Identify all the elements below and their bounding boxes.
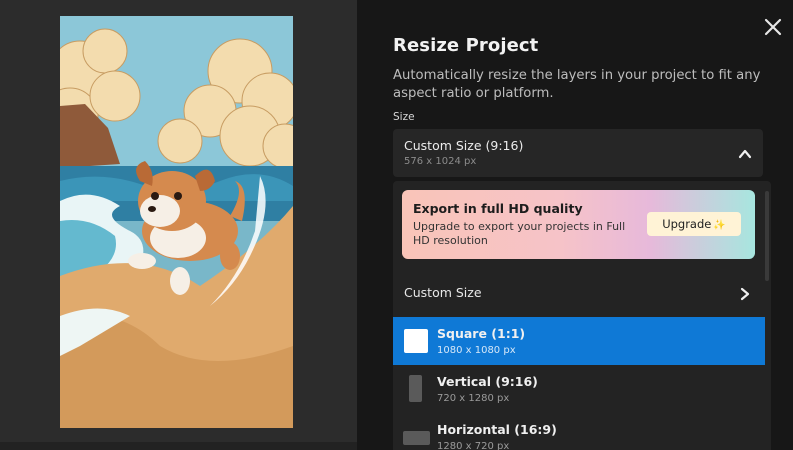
- size-select-dims: 576 x 1024 px: [404, 156, 477, 167]
- promo-title: Export in full HD quality: [413, 201, 583, 216]
- size-dropdown: Export in full HD quality Upgrade to exp…: [393, 181, 771, 450]
- size-option-square[interactable]: Square (1:1) 1080 x 1080 px: [393, 317, 765, 365]
- promo-text: Upgrade to export your projects in Full …: [413, 220, 626, 247]
- chevron-up-icon: [738, 146, 752, 160]
- size-select-value: Custom Size (9:16): [404, 138, 524, 153]
- option-dims: 1280 x 720 px: [437, 441, 510, 450]
- upgrade-promo-banner: Export in full HD quality Upgrade to exp…: [402, 190, 755, 259]
- custom-size-label: Custom Size: [404, 285, 482, 300]
- canvas-area: [0, 0, 357, 450]
- horizontal-shape-icon: [403, 431, 430, 445]
- size-option-vertical[interactable]: Vertical (9:16) 720 x 1280 px: [393, 365, 765, 413]
- upgrade-button[interactable]: Upgrade ✨: [647, 212, 741, 236]
- option-title: Square (1:1): [437, 326, 526, 341]
- size-option-horizontal[interactable]: Horizontal (16:9) 1280 x 720 px: [393, 413, 765, 450]
- option-title: Horizontal (16:9): [437, 422, 557, 437]
- canvas-bottom-strip: [0, 442, 357, 450]
- close-icon[interactable]: [763, 17, 783, 37]
- sparkle-icon: ✨: [713, 220, 726, 231]
- dropdown-scrollbar[interactable]: [765, 191, 769, 281]
- upgrade-button-label: Upgrade: [662, 217, 712, 231]
- chevron-right-icon: [739, 286, 751, 301]
- option-dims: 720 x 1280 px: [437, 393, 510, 404]
- puppy-beach-illustration: [60, 16, 293, 428]
- dialog-title: Resize Project: [393, 35, 539, 56]
- custom-size-item[interactable]: Custom Size: [393, 277, 765, 309]
- vertical-shape-icon: [409, 375, 422, 402]
- size-label: Size: [393, 111, 415, 123]
- option-dims: 1080 x 1080 px: [437, 345, 516, 356]
- dialog-description: Automatically resize the layers in your …: [393, 68, 761, 101]
- square-shape-icon: [404, 329, 428, 353]
- project-preview-image[interactable]: [60, 16, 293, 428]
- option-title: Vertical (9:16): [437, 374, 538, 389]
- size-select[interactable]: Custom Size (9:16) 576 x 1024 px: [393, 129, 763, 177]
